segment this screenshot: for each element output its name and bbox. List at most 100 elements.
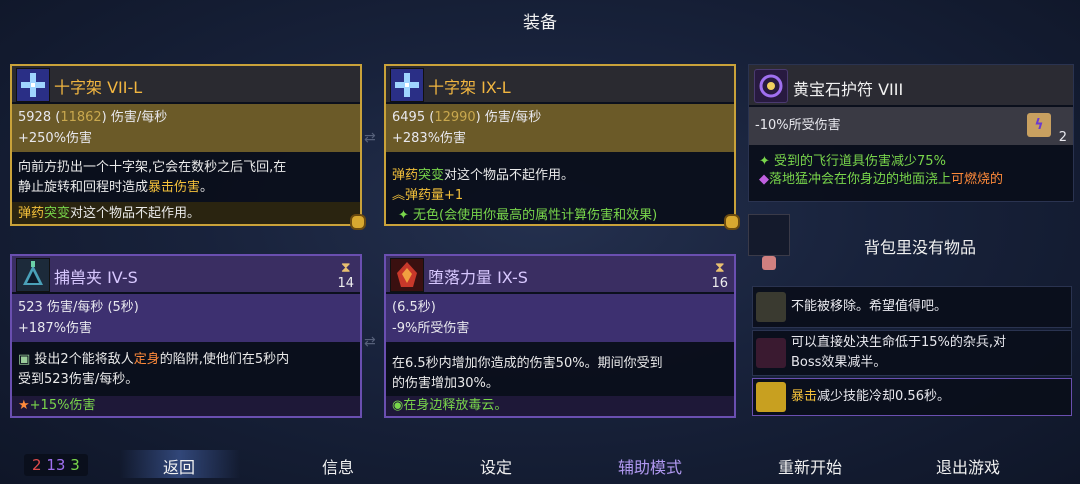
desc-line: 受到523伤害/每秒。 bbox=[18, 372, 139, 387]
backpack-panel[interactable]: 背包里没有物品 bbox=[748, 212, 1074, 276]
dps-crit-value: 12990 bbox=[434, 110, 476, 125]
skill-stats: (6.5秒) -9%所受伤害 bbox=[386, 294, 734, 342]
dps-unit: 伤害/每秒 bbox=[484, 110, 542, 125]
wolf-trap-icon bbox=[16, 258, 50, 292]
passive-text: 不能被移除。希望值得吧。 bbox=[791, 299, 948, 314]
swap-arrows-icon[interactable]: ⇄ bbox=[364, 130, 376, 146]
scroll-icon: ϟ bbox=[1027, 113, 1051, 137]
star-icon: ★ bbox=[18, 398, 30, 413]
corner-ornament bbox=[350, 214, 366, 230]
back-button[interactable]: 返回 bbox=[163, 454, 195, 478]
skill-bonus: -9%所受伤害 bbox=[392, 321, 470, 336]
amulet-panel[interactable]: 黄宝石护符 VIII -10%所受伤害 ϟ 2 ✦ 受到的飞行道具伤害减少75%… bbox=[748, 64, 1074, 202]
ground-slam-icon: ◆ bbox=[759, 172, 769, 187]
skill-name: 捕兽夹 IV-S bbox=[54, 268, 138, 287]
weapon-card-header: 十字架 IX-L bbox=[386, 66, 734, 102]
mutation-text: 对这个物品不起作用。 bbox=[444, 168, 575, 183]
page-title: 装备 bbox=[523, 13, 557, 33]
hourglass-icon: ⧗ bbox=[340, 260, 351, 276]
backpack-empty-label: 背包里没有物品 bbox=[864, 238, 977, 257]
mutation-text: 对这个物品不起作用。 bbox=[70, 206, 201, 221]
corrupted-power-icon bbox=[390, 258, 424, 292]
cross-weapon-icon bbox=[390, 68, 424, 102]
desc-line: 在6.5秒内增加你造成的伤害50%。期间你受到 bbox=[392, 356, 663, 371]
dps-value: 5928 bbox=[18, 110, 52, 125]
passive-row[interactable]: 不能被移除。希望值得吧。 bbox=[752, 286, 1072, 328]
cross-weapon-icon bbox=[16, 68, 50, 102]
colorless-bonus: 无色(会使用你最高的属性计算伤害和效果) bbox=[413, 208, 658, 223]
skill-extra: ★+15%伤害 bbox=[12, 396, 360, 416]
damage-bonus: +250%伤害 bbox=[18, 131, 93, 146]
weapon-name: 十字架 IX-L bbox=[428, 78, 511, 97]
passive-text: 暴击 减少技能冷却0.56秒。 bbox=[791, 379, 1065, 415]
passive-line: Boss效果减半。 bbox=[791, 355, 887, 370]
amulet-name: 黄宝石护符 VIII bbox=[793, 80, 904, 99]
skill-description: ▣ 投出2个能将敌人定身的陷阱,使他们在5秒内 受到523伤害/每秒。 bbox=[12, 346, 360, 394]
mutation-keyword: 突变 bbox=[418, 168, 445, 183]
passive-row[interactable]: 可以直接处决生命低于15%的杂兵,对 Boss效果减半。 bbox=[752, 330, 1072, 376]
hourglass-icon: ⧗ bbox=[714, 260, 725, 276]
ammo-bonus: 弹药量+1 bbox=[405, 188, 464, 203]
info-button[interactable]: 信息 bbox=[322, 454, 354, 478]
desc-line: 向前方扔出一个十字架,它会在数秒之后飞回,在 bbox=[18, 160, 287, 175]
settings-button[interactable]: 设定 bbox=[480, 454, 512, 478]
survival-points: 3 bbox=[70, 456, 80, 474]
brutality-points: 2 bbox=[32, 456, 42, 474]
dps-crit-value: 11862 bbox=[60, 110, 102, 125]
passive-text: 可以直接处决生命低于15%的杂兵,对 Boss效果减半。 bbox=[791, 331, 1065, 375]
bullet-icon: ✦ bbox=[759, 154, 775, 169]
skill-bonus: +187%伤害 bbox=[18, 321, 93, 336]
cooldown-value: 16 bbox=[711, 276, 728, 291]
skill-stats: 523 伤害/每秒 (5秒) +187%伤害 bbox=[12, 294, 360, 342]
passive-row[interactable]: 暴击 减少技能冷却0.56秒。 bbox=[752, 378, 1072, 416]
topaz-amulet-icon bbox=[754, 69, 788, 103]
skill-description: 在6.5秒内增加你造成的伤害50%。期间你受到 的伤害增加30%。 bbox=[386, 350, 734, 398]
amulet-effect: 落地猛冲会在你身边的地面浇上 bbox=[769, 172, 952, 187]
stat-points: 2 13 3 bbox=[24, 454, 88, 476]
passive-line: 减少技能冷却0.56秒。 bbox=[817, 389, 950, 404]
skill-extra: ◉在身边释放毒云。 bbox=[386, 396, 734, 416]
weapon-stats: 5928 (11862) 伤害/每秒 +250%伤害 bbox=[12, 104, 360, 152]
poison-cloud-icon: ◉ bbox=[392, 398, 404, 413]
amulet-header: 黄宝石护符 VIII bbox=[749, 65, 1073, 105]
desc-line: 的伤害增加30%。 bbox=[392, 376, 499, 391]
cooldown-value: 14 bbox=[337, 276, 354, 291]
skill-card-wolf-trap[interactable]: 捕兽夹 IV-S ⧗ 14 523 伤害/每秒 (5秒) +187%伤害 ▣ 投… bbox=[10, 254, 362, 418]
skill-duration: (6.5秒) bbox=[392, 300, 436, 315]
skill-card-corrupted-power[interactable]: 堕落力量 IX-S ⧗ 16 (6.5秒) -9%所受伤害 在6.5秒内增加你造… bbox=[384, 254, 736, 418]
weapon-card-cross-vii[interactable]: 十字架 VII-L 5928 (11862) 伤害/每秒 +250%伤害 向前方… bbox=[10, 64, 366, 230]
skill-card-header: 捕兽夹 IV-S ⧗ 14 bbox=[12, 256, 360, 292]
pig-icon bbox=[762, 256, 776, 270]
dps-value: 6495 bbox=[392, 110, 426, 125]
desc-text: 的陷阱,使他们在5秒内 bbox=[159, 352, 290, 367]
swap-arrows-icon[interactable]: ⇄ bbox=[364, 334, 376, 350]
quit-game-button[interactable]: 退出游戏 bbox=[936, 454, 1000, 478]
desc-text: 投出2个能将敌人 bbox=[34, 352, 134, 367]
restart-button[interactable]: 重新开始 bbox=[778, 454, 842, 478]
colorless-icon: ✦ bbox=[398, 208, 414, 223]
backpack-slot[interactable] bbox=[748, 214, 790, 256]
passive-line: 可以直接处决生命低于15%的杂兵,对 bbox=[791, 335, 1007, 350]
skill-name: 堕落力量 IX-S bbox=[428, 268, 528, 287]
corner-ornament bbox=[724, 214, 740, 230]
lock-icon: ▣ bbox=[18, 352, 35, 367]
extra-bonus: +15%伤害 bbox=[29, 398, 96, 413]
cursed-sword-icon bbox=[756, 292, 786, 322]
crit-keyword: 暴击 bbox=[791, 389, 818, 404]
mutation-note: 弹药突变对这个物品不起作用。 bbox=[12, 202, 360, 224]
amulet-description: ✦ 受到的飞行道具伤害减少75% ◆落地猛冲会在你身边的地面浇上可燃烧的 bbox=[749, 147, 1073, 195]
ammo-keyword: 弹药 bbox=[18, 206, 45, 221]
weapon-stats: 6495 (12990) 伤害/每秒 +283%伤害 bbox=[386, 104, 734, 152]
critical-sun-icon bbox=[756, 382, 786, 412]
dps-unit: 伤害/每秒 bbox=[110, 110, 168, 125]
weapon-card-header: 十字架 VII-L bbox=[12, 66, 360, 102]
skill-cooldown: ⧗ 14 bbox=[337, 260, 354, 291]
skill-card-header: 堕落力量 IX-S ⧗ 16 bbox=[386, 256, 734, 292]
amulet-effect: 受到的飞行道具伤害减少75% bbox=[774, 154, 946, 169]
crit-keyword: 暴击伤害 bbox=[148, 180, 201, 195]
skill-cooldown: ⧗ 16 bbox=[711, 260, 728, 291]
assist-mode-button[interactable]: 辅助模式 bbox=[618, 454, 682, 478]
root-keyword: 定身 bbox=[133, 352, 160, 367]
weapon-card-cross-ix[interactable]: 十字架 IX-L 6495 (12990) 伤害/每秒 +283%伤害 弹药突变… bbox=[384, 64, 740, 230]
execute-icon bbox=[756, 338, 786, 368]
